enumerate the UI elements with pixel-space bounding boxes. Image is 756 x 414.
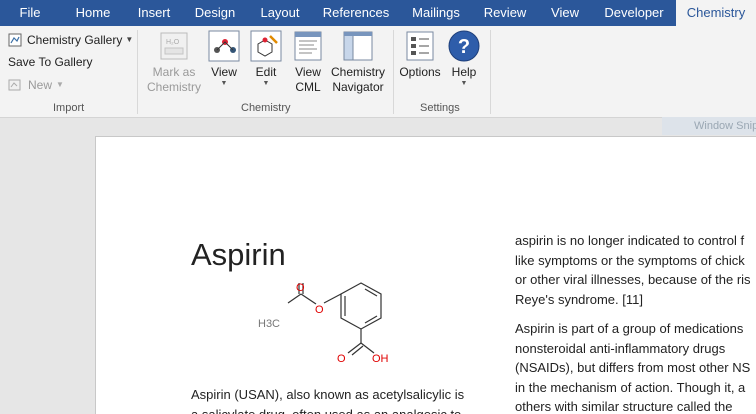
chemistry-navigator-line2: Navigator xyxy=(332,80,384,94)
group-separator xyxy=(490,30,491,114)
view-cml-button[interactable]: View CML xyxy=(288,30,328,100)
tab-design[interactable]: Design xyxy=(188,0,242,26)
save-to-gallery-label: Save To Gallery xyxy=(8,55,93,69)
gallery-icon xyxy=(8,33,22,47)
mark-as-chemistry-button[interactable]: H₂O Mark as Chemistry xyxy=(142,30,206,100)
ribbon: Chemistry Gallery ▼ Save To Gallery New … xyxy=(0,26,756,118)
svg-text:H₂O: H₂O xyxy=(166,39,180,46)
atom-label-ester-oxygen: O xyxy=(315,304,324,316)
mark-as-chemistry-icon: H₂O xyxy=(160,32,188,60)
tab-view[interactable]: View xyxy=(542,0,588,26)
text-line: like symptoms or the symptoms of chick xyxy=(515,252,745,268)
options-icon xyxy=(406,31,434,61)
new-button[interactable]: New ▼ xyxy=(8,75,64,95)
ribbon-tab-bar: File Home Insert Design Layout Reference… xyxy=(0,0,756,26)
options-button[interactable]: Options xyxy=(398,30,442,100)
tab-file[interactable]: File xyxy=(0,0,60,26)
tab-developer[interactable]: Developer xyxy=(598,0,670,26)
text-line: Aspirin (USAN), also known as acetylsali… xyxy=(191,387,465,402)
options-label: Options xyxy=(399,65,441,79)
help-icon: ? xyxy=(448,30,480,62)
text-line: a salicylate drug, often used as an anal… xyxy=(191,406,462,414)
molecule-edit-icon xyxy=(250,30,282,62)
chemistry-navigator-button[interactable]: Chemistry Navigator xyxy=(327,30,389,100)
mark-as-chemistry-line1: Mark as xyxy=(152,65,196,79)
right-column-paragraph: Aspirin is part of a group of medication… xyxy=(515,319,750,414)
atom-label-methyl: H3C xyxy=(258,318,280,330)
help-label: Help xyxy=(451,65,477,79)
text-line: others with similar structure called the xyxy=(515,399,733,414)
navigator-pane-icon xyxy=(343,31,373,61)
document-title: Aspirin xyxy=(191,237,286,272)
mark-as-chemistry-line2: Chemistry xyxy=(146,80,201,94)
group-separator xyxy=(393,30,394,114)
molecule-view-icon xyxy=(208,30,240,62)
atom-label-acid-oxygen: O xyxy=(337,353,346,365)
chevron-down-icon: ▼ xyxy=(125,35,134,44)
atom-label-hydroxyl: OH xyxy=(372,353,389,365)
new-label: New xyxy=(28,78,53,92)
new-molecule-icon xyxy=(8,79,21,91)
save-to-gallery-button[interactable]: Save To Gallery xyxy=(8,52,93,72)
chevron-down-icon: ▼ xyxy=(56,80,64,89)
chevron-down-icon: ▼ xyxy=(220,80,228,87)
text-line: in the mechanism of action. Though it, a xyxy=(515,379,746,395)
document-page[interactable]: Aspirin H3C O O O OH Aspirin (USAN), als… xyxy=(95,136,756,414)
tab-review[interactable]: Review xyxy=(478,0,532,26)
tab-references[interactable]: References xyxy=(318,0,394,26)
svg-text:?: ? xyxy=(458,36,470,58)
right-column-paragraph: aspirin is no longer indicated to contro… xyxy=(515,231,751,309)
group-label-settings: Settings xyxy=(420,102,460,114)
view-cml-line1: View xyxy=(295,65,321,79)
view-button[interactable]: View ▼ xyxy=(204,30,244,100)
aspirin-structure: H3C O O O OH xyxy=(258,282,389,365)
text-line: aspirin is no longer indicated to contro… xyxy=(515,233,745,248)
text-line: or other viral illnesses, because of the… xyxy=(515,272,751,287)
tab-mailings[interactable]: Mailings xyxy=(404,0,468,26)
tab-home[interactable]: Home xyxy=(66,0,120,26)
cml-document-icon xyxy=(294,31,322,61)
edit-button[interactable]: Edit ▼ xyxy=(246,30,286,100)
tab-layout[interactable]: Layout xyxy=(252,0,308,26)
chemistry-navigator-line1: Chemistry xyxy=(330,65,385,79)
chevron-down-icon: ▼ xyxy=(262,80,270,87)
left-column-paragraph: Aspirin (USAN), also known as acetylsali… xyxy=(191,385,464,414)
chevron-down-icon: ▼ xyxy=(460,80,468,87)
text-line: Aspirin is part of a group of medication… xyxy=(515,321,744,336)
chemistry-gallery-button[interactable]: Chemistry Gallery ▼ xyxy=(8,30,133,50)
edit-label: Edit xyxy=(255,65,277,79)
view-label: View xyxy=(211,65,237,79)
tab-insert[interactable]: Insert xyxy=(126,0,182,26)
view-cml-line2: CML xyxy=(295,80,321,94)
text-line: nonsteroidal anti-inflammatory drugs xyxy=(515,340,726,356)
window-snip-overlay[interactable]: Window Snip xyxy=(662,117,756,135)
text-line: Reye's syndrome. [11] xyxy=(515,291,643,307)
group-separator xyxy=(137,30,138,114)
help-button[interactable]: ? Help ▼ xyxy=(444,30,484,100)
tab-chemistry[interactable]: Chemistry xyxy=(676,0,756,26)
atom-label-carbonyl-oxygen: O xyxy=(296,282,305,294)
group-label-chemistry: Chemistry xyxy=(241,102,291,114)
chemistry-gallery-label: Chemistry Gallery xyxy=(27,33,123,47)
text-line: (NSAIDs), but differs from most other NS xyxy=(515,360,751,375)
group-label-import: Import xyxy=(53,102,85,114)
